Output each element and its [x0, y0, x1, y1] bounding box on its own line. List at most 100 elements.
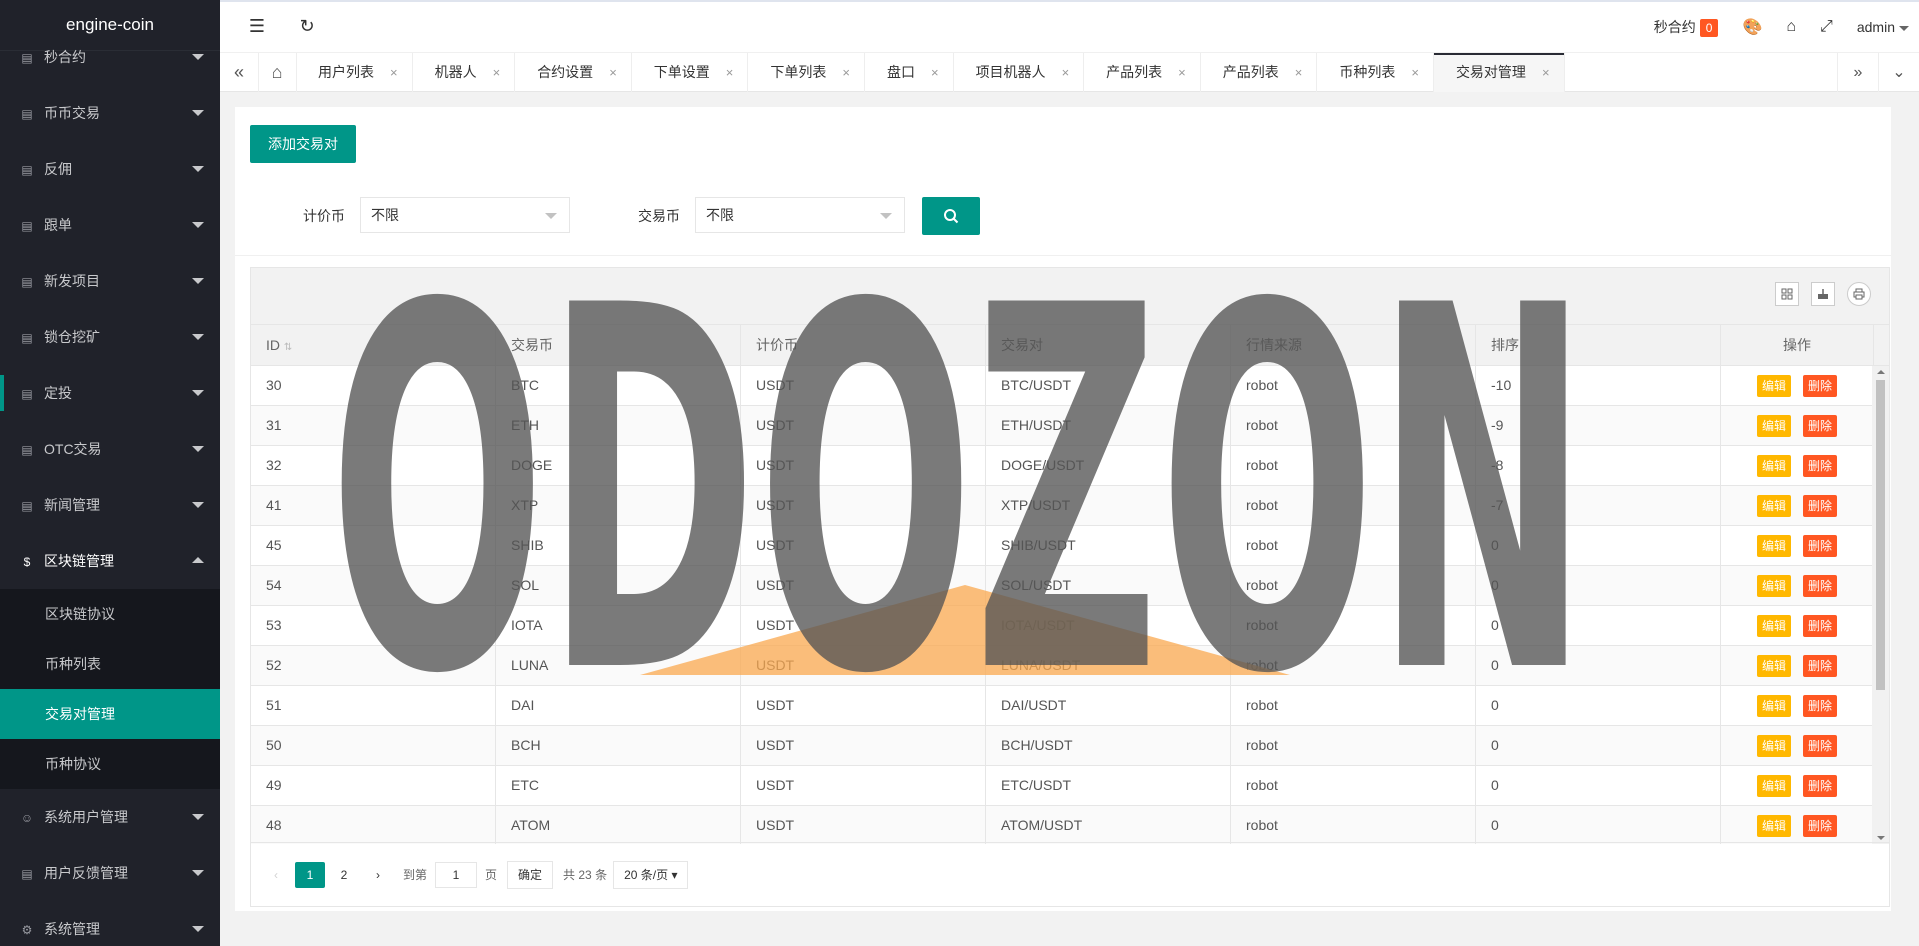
scroll-thumb[interactable] [1876, 380, 1885, 690]
tab-contract-settings[interactable]: 合约设置 × [515, 53, 632, 92]
refresh-icon[interactable]: ↻ [295, 14, 319, 38]
tab-coin-list[interactable]: 币种列表 × [1317, 53, 1434, 92]
col-id[interactable]: ID ⇅ [251, 325, 496, 365]
menu-item-system-users[interactable]: ☺ 系统用户管理 [0, 789, 220, 845]
menu-item-system[interactable]: ⚙ 系统管理 [0, 901, 220, 946]
close-icon[interactable]: × [1542, 65, 1550, 80]
edit-button[interactable]: 编辑 [1756, 415, 1791, 437]
sort-icon[interactable]: ⇅ [284, 342, 292, 353]
prev-page-icon[interactable]: ‹ [261, 862, 291, 888]
submenu-item-blockchain-protocol[interactable]: 区块链协议 [0, 589, 220, 639]
menu-item-rebate[interactable]: ▤ 反佣 [0, 141, 220, 197]
menu-item-coin-trade[interactable]: ▤ 币币交易 [0, 85, 220, 141]
delete-button[interactable]: 删除 [1803, 775, 1838, 797]
menu-item-fixed-invest[interactable]: ▤ 定投 [0, 365, 220, 421]
submenu-item-pair-management[interactable]: 交易对管理 [0, 689, 220, 739]
delete-button[interactable]: 删除 [1803, 535, 1838, 557]
delete-button[interactable]: 删除 [1803, 655, 1838, 677]
goto-label: 到第 [403, 868, 428, 882]
export-icon[interactable] [1811, 282, 1835, 306]
quote-coin-select[interactable]: 不限 [360, 197, 570, 233]
delete-button[interactable]: 删除 [1803, 455, 1838, 477]
edit-button[interactable]: 编辑 [1756, 495, 1791, 517]
close-icon[interactable]: × [390, 65, 398, 80]
delete-button[interactable]: 删除 [1803, 615, 1838, 637]
menu-item-copy-trade[interactable]: ▤ 跟单 [0, 197, 220, 253]
tab-product-list[interactable]: 产品列表 × [1084, 53, 1201, 92]
table-scrollbar[interactable] [1872, 366, 1889, 844]
page-1[interactable]: 1 [295, 861, 325, 888]
delete-button[interactable]: 删除 [1803, 815, 1838, 837]
print-icon[interactable] [1847, 282, 1871, 306]
menu-item-news[interactable]: ▤ 新闻管理 [0, 477, 220, 533]
columns-filter-icon[interactable] [1775, 282, 1799, 306]
search-button[interactable] [922, 197, 980, 235]
delete-button[interactable]: 删除 [1803, 575, 1838, 597]
edit-button[interactable]: 编辑 [1756, 535, 1791, 557]
tab-product-list-2[interactable]: 产品列表 × [1201, 53, 1318, 92]
delete-button[interactable]: 删除 [1803, 415, 1838, 437]
delete-button[interactable]: 删除 [1803, 495, 1838, 517]
close-icon[interactable]: × [1411, 65, 1419, 80]
goto-confirm-button[interactable]: 确定 [507, 860, 554, 889]
edit-button[interactable]: 编辑 [1756, 735, 1791, 757]
edit-button[interactable]: 编辑 [1756, 815, 1791, 837]
goto-page-input[interactable]: 1 [435, 861, 478, 888]
tab-orderbook[interactable]: 盘口 × [865, 53, 954, 92]
per-page-select[interactable]: 20 条/页 ▾ [613, 860, 689, 889]
tabs-menu-icon[interactable]: ⌄ [1878, 53, 1919, 92]
edit-button[interactable]: 编辑 [1756, 575, 1791, 597]
user-menu[interactable]: admin [1857, 19, 1909, 35]
scroll-down-icon[interactable] [1877, 836, 1885, 840]
fullscreen-icon[interactable]: ⤢ [1820, 18, 1833, 36]
tabs-scroll-right-icon[interactable]: » [1837, 53, 1878, 92]
edit-button[interactable]: 编辑 [1756, 775, 1791, 797]
submenu-item-coin-protocol[interactable]: 币种协议 [0, 739, 220, 789]
delete-button[interactable]: 删除 [1803, 735, 1838, 757]
delete-button[interactable]: 删除 [1803, 375, 1838, 397]
delete-button[interactable]: 删除 [1803, 695, 1838, 717]
trade-coin-select[interactable]: 不限 [695, 197, 905, 233]
close-icon[interactable]: × [726, 65, 734, 80]
menu-item-new-project[interactable]: ▤ 新发项目 [0, 253, 220, 309]
edit-button[interactable]: 编辑 [1756, 615, 1791, 637]
edit-button[interactable]: 编辑 [1756, 695, 1791, 717]
add-pair-button[interactable]: 添加交易对 [250, 125, 356, 163]
close-icon[interactable]: × [1062, 65, 1070, 80]
close-icon[interactable]: × [931, 65, 939, 80]
page-2[interactable]: 2 [329, 862, 359, 888]
tag-icon[interactable]: ⌂ [1786, 18, 1796, 36]
menu-item-blockchain[interactable]: $ 区块链管理 [0, 533, 220, 589]
close-icon[interactable]: × [1178, 65, 1186, 80]
submenu-item-coin-list[interactable]: 币种列表 [0, 639, 220, 689]
scroll-up-icon[interactable] [1877, 370, 1885, 374]
tab-order-list[interactable]: 下单列表 × [748, 53, 865, 92]
menu-item-otc[interactable]: ▤ OTC交易 [0, 421, 220, 477]
menu-item-seconds-contract[interactable]: ▤ 秒合约 [0, 29, 220, 85]
tabs-scroll-left-icon[interactable]: « [220, 53, 259, 92]
tab-pair-management[interactable]: 交易对管理 × [1433, 53, 1565, 92]
theme-icon[interactable]: 🎨 [1742, 17, 1762, 37]
cell-pair: IOTA/USDT [986, 606, 1231, 645]
menu-item-lock-mining[interactable]: ▤ 锁仓挖矿 [0, 309, 220, 365]
tab-robot[interactable]: 机器人 × [413, 53, 516, 92]
edit-button[interactable]: 编辑 [1756, 375, 1791, 397]
cell-trade-coin: IOTA [496, 606, 741, 645]
close-icon[interactable]: × [842, 65, 850, 80]
menu-item-feedback[interactable]: ▤ 用户反馈管理 [0, 845, 220, 901]
cell-pair: BTC/USDT [986, 366, 1231, 405]
cell-quote-coin: USDT [741, 526, 986, 565]
tab-project-robot[interactable]: 项目机器人 × [954, 53, 1085, 92]
next-page-icon[interactable]: › [363, 862, 393, 888]
close-icon[interactable]: × [1295, 65, 1303, 80]
menu-toggle-icon[interactable]: ☰ [245, 14, 269, 38]
tab-user-list[interactable]: 用户列表 × [296, 53, 413, 92]
tab-order-settings[interactable]: 下单设置 × [632, 53, 749, 92]
tab-label: 产品列表 [1106, 64, 1163, 80]
contract-notice[interactable]: 秒合约 0 [1654, 17, 1719, 37]
home-icon[interactable]: ⌂ [258, 53, 297, 92]
close-icon[interactable]: × [609, 65, 617, 80]
close-icon[interactable]: × [493, 65, 501, 80]
edit-button[interactable]: 编辑 [1756, 655, 1791, 677]
edit-button[interactable]: 编辑 [1756, 455, 1791, 477]
